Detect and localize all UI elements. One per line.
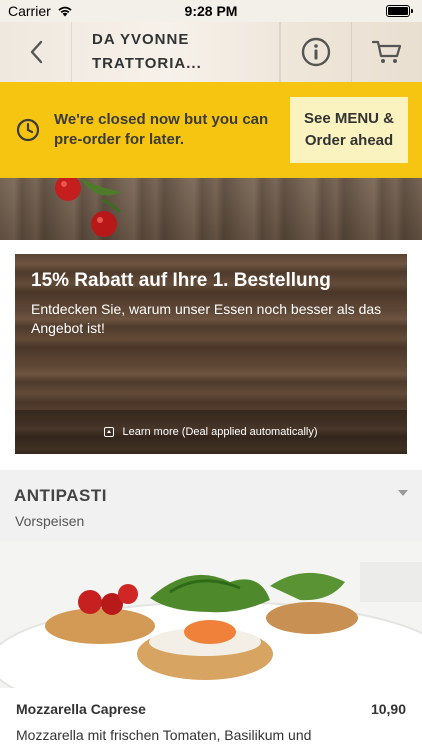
carrier-label: Carrier <box>8 3 51 19</box>
status-left: Carrier <box>8 3 73 19</box>
status-bar: Carrier 9:28 PM <box>0 0 422 22</box>
hero-image <box>0 178 422 240</box>
promo-card[interactable]: 15% Rabatt auf Ihre 1. Bestellung Entdec… <box>15 254 407 454</box>
learn-more-label: Learn more (Deal applied automatically) <box>122 426 318 438</box>
cart-button[interactable] <box>352 22 422 82</box>
info-button[interactable] <box>280 22 352 82</box>
back-button[interactable] <box>0 22 72 82</box>
bruschetta-illustration <box>0 542 422 688</box>
info-icon <box>301 37 331 67</box>
status-time: 9:28 PM <box>184 3 238 19</box>
closed-banner: We're closed now but you can pre-order f… <box>0 82 422 178</box>
item-image[interactable] <box>0 542 422 688</box>
clock-icon <box>16 118 40 142</box>
tomato-decoration <box>55 178 122 237</box>
chevron-left-icon <box>30 40 42 64</box>
category-title: ANTIPASTI <box>14 486 107 505</box>
category-header[interactable]: ANTIPASTI Vorspeisen <box>0 470 422 542</box>
closed-message: We're closed now but you can pre-order f… <box>54 111 269 148</box>
item-name: Mozzarella Caprese <box>16 701 146 717</box>
category-subtitle: Vorspeisen <box>15 513 85 529</box>
item-description: Mozzarella mit frischen Tomaten, Basilik… <box>16 727 312 750</box>
wifi-icon <box>58 6 72 17</box>
order-ahead-button[interactable]: See MENU & Order ahead <box>290 97 408 163</box>
learn-more-link[interactable]: Learn more (Deal applied automatically) <box>15 410 407 454</box>
menu-item[interactable]: Mozzarella Caprese 10,90 Mozzarella mit … <box>0 688 422 750</box>
learn-more-icon <box>104 427 115 437</box>
battery-icon <box>386 5 413 17</box>
restaurant-title: DA YVONNE TRATTORIA... <box>92 31 202 72</box>
cart-icon <box>372 40 402 63</box>
item-price: 10,90 <box>370 701 406 717</box>
promo-title: 15% Rabatt auf Ihre 1. Bestellung <box>31 270 331 291</box>
chevron-down-icon <box>398 490 408 496</box>
header-title-cell: DA YVONNE TRATTORIA... <box>72 22 280 82</box>
promo-description: Entdecken Sie, warum unser Essen noch be… <box>31 301 382 336</box>
app-header: DA YVONNE TRATTORIA... <box>0 22 422 82</box>
